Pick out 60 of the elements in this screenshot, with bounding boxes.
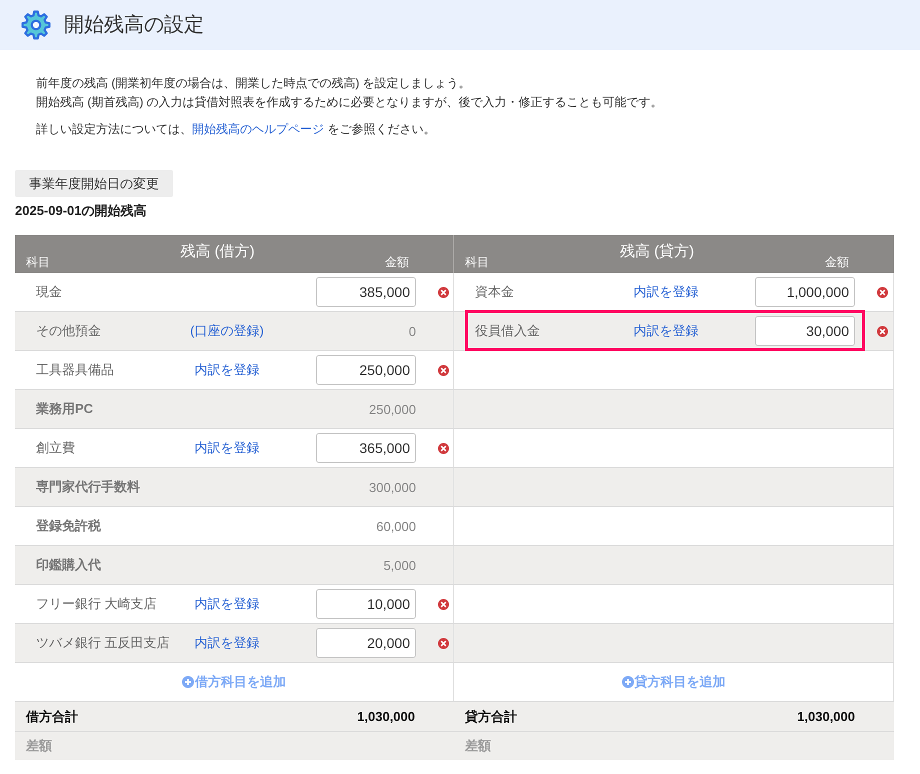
account-name: 工具器具備品 xyxy=(36,361,114,379)
section-title: 2025-09-01の開始残高 xyxy=(15,202,146,219)
breakdown-link[interactable]: 内訳を登録 xyxy=(194,634,260,652)
account-name: 現金 xyxy=(36,283,62,301)
delete-icon[interactable] xyxy=(438,638,449,648)
table-heading: 残高 (借方) xyxy=(180,243,255,262)
total-label: 借方合計 xyxy=(26,708,78,726)
account-name: 資本金 xyxy=(475,283,514,301)
account-name: その他預金 xyxy=(36,322,101,340)
intro-text: 前年度の残高 (開業初年度の場合は、開業した時点での残高) を設定しましょう。 xyxy=(36,75,471,92)
account-name: 創立費 xyxy=(36,439,75,457)
amount-field[interactable]: 385,000 xyxy=(316,277,416,307)
amount-text: 250,000 xyxy=(369,402,416,416)
amount-field[interactable]: 10,000 xyxy=(316,589,416,619)
breakdown-link[interactable]: 内訳を登録 xyxy=(634,322,698,340)
table-heading: 残高 (貸方) xyxy=(620,243,694,262)
delete-icon[interactable] xyxy=(438,442,449,454)
account-name: ツバメ銀行 五反田支店 xyxy=(36,634,170,652)
account-name: 役員借入金 xyxy=(475,322,540,340)
breakdown-link[interactable]: 内訳を登録 xyxy=(194,595,260,613)
register-account-link[interactable]: (口座の登録) xyxy=(190,322,264,340)
column-header: 金額 xyxy=(385,255,409,271)
account-name: 印鑑購入代 xyxy=(36,556,101,574)
account-name: 専門家代行手数料 xyxy=(36,478,140,496)
delete-icon[interactable] xyxy=(438,598,449,610)
account-name: 登録免許税 xyxy=(36,517,101,535)
help-text: 詳しい設定方法については、開始残高のヘルプページ をご参照ください。 xyxy=(36,121,436,138)
total-label: 貸方合計 xyxy=(465,708,517,726)
breakdown-link[interactable]: 内訳を登録 xyxy=(194,361,260,379)
total-amount: 1,030,000 xyxy=(797,709,855,724)
amount-text: 60,000 xyxy=(376,518,416,534)
column-header: 科目 xyxy=(465,255,489,271)
amount-field[interactable]: 20,000 xyxy=(316,628,416,658)
breakdown-link[interactable]: 内訳を登録 xyxy=(194,439,260,457)
amount-text: 0 xyxy=(408,324,416,338)
amount-field[interactable]: 365,000 xyxy=(316,433,416,463)
amount-field[interactable]: 250,000 xyxy=(316,355,416,385)
intro-text: 開始残高 (期首残高) の入力は貸借対照表を作成するために必要となりますが、後で入力・修正することも可能です。 xyxy=(36,94,663,111)
account-name: 業務用PC xyxy=(36,400,94,418)
total-amount: 1,030,000 xyxy=(357,709,415,724)
plus-circle-icon xyxy=(622,676,634,688)
amount-text: 5,000 xyxy=(383,558,416,572)
difference-label: 差額 xyxy=(26,736,52,754)
breakdown-link[interactable]: 内訳を登録 xyxy=(634,283,698,301)
amount-text: 300,000 xyxy=(369,480,416,494)
account-name: フリー銀行 大崎支店 xyxy=(36,595,157,613)
amount-field[interactable]: 1,000,000 xyxy=(755,277,855,307)
help-link[interactable]: 開始残高のヘルプページ xyxy=(192,122,324,136)
difference-label: 差額 xyxy=(465,736,491,754)
amount-field[interactable]: 30,000 xyxy=(755,316,855,346)
delete-icon[interactable] xyxy=(438,364,449,376)
delete-icon[interactable] xyxy=(438,286,449,298)
plus-circle-icon xyxy=(182,676,194,688)
column-header: 科目 xyxy=(26,255,50,271)
delete-icon[interactable] xyxy=(877,286,888,298)
page-title: 開始残高の設定 xyxy=(64,13,204,38)
delete-icon[interactable] xyxy=(877,326,888,336)
change-start-date-button[interactable]: 事業年度開始日の変更 xyxy=(15,170,173,197)
column-header: 金額 xyxy=(825,255,849,271)
gear-icon xyxy=(21,10,51,40)
